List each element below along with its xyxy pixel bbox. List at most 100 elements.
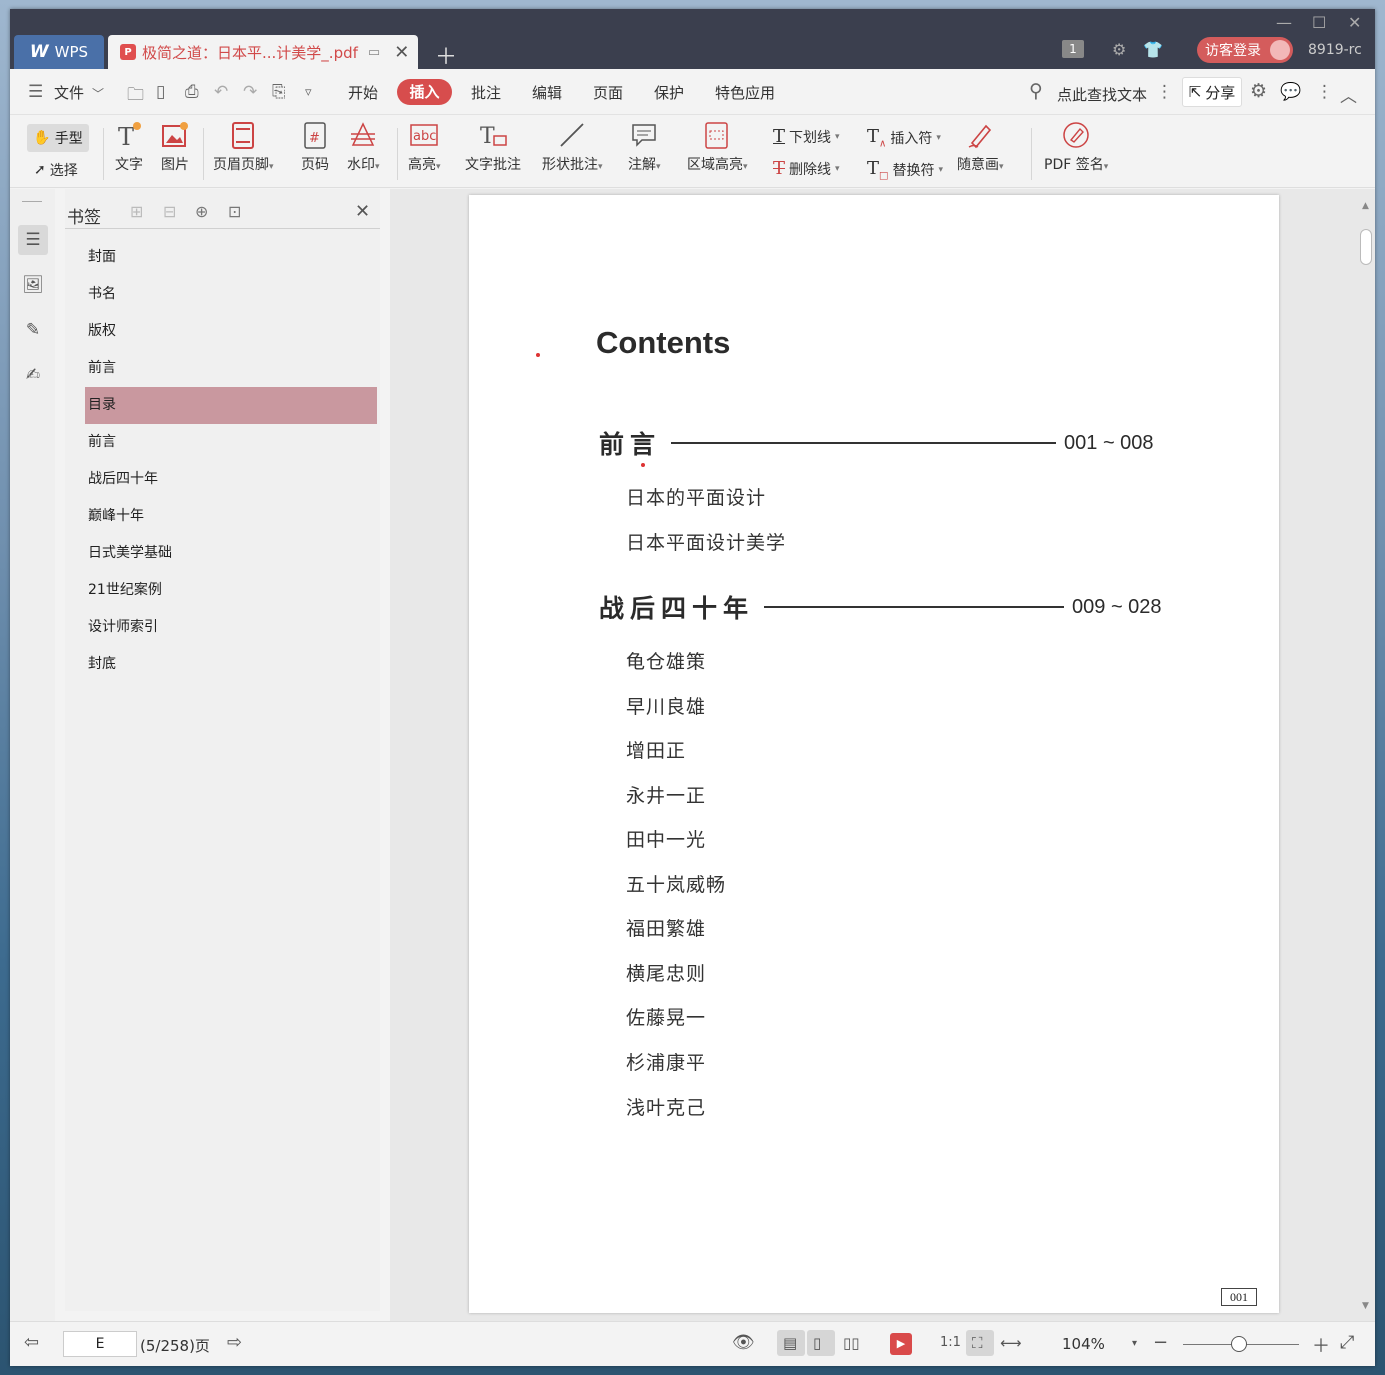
share-button[interactable]: ⇱ 分享 — [1182, 77, 1242, 107]
menu-page[interactable]: 页面 — [593, 82, 623, 103]
close-panel-icon[interactable]: ✕ — [355, 201, 370, 222]
print-icon[interactable]: ⎙ — [185, 82, 199, 102]
settings-gear-icon[interactable]: ⚙ — [1250, 80, 1267, 102]
insert-text-button[interactable]: T 文字 — [114, 120, 144, 174]
hand-tool-button[interactable]: ✋ 手型 — [27, 124, 89, 152]
underline-button[interactable]: T 下划线 ▾ — [773, 126, 840, 147]
bookmark-item[interactable]: 前言 — [85, 424, 377, 461]
chevron-down-icon[interactable]: ﹀ — [92, 85, 104, 102]
zoom-slider-knob[interactable] — [1231, 1336, 1247, 1352]
zoom-in-icon[interactable]: ＋ — [1312, 1332, 1330, 1358]
more-vertical-icon[interactable]: ⋮ — [1156, 82, 1173, 102]
redo-icon[interactable]: ↷ — [243, 82, 257, 102]
skin-icon[interactable]: ⚙ — [1112, 40, 1126, 59]
bookmark-item[interactable]: 21世纪案例 — [85, 572, 377, 609]
save-icon[interactable]: ▯ — [156, 82, 165, 102]
expand-all-icon[interactable]: ⊞ — [130, 202, 143, 221]
menu-comment[interactable]: 批注 — [471, 82, 501, 103]
page-total-label: (5/258)页 — [140, 1337, 210, 1355]
tab-wps-home[interactable]: W WPS — [14, 35, 104, 69]
watermark-button[interactable]: 水印▾ — [347, 120, 380, 174]
vertical-scrollbar-thumb[interactable] — [1360, 229, 1372, 265]
chat-icon[interactable]: 💬 — [1280, 82, 1301, 102]
scroll-down-icon[interactable]: ▼ — [1362, 1301, 1369, 1311]
new-tab-button[interactable]: ＋ — [435, 39, 457, 71]
actual-size-icon[interactable]: 1:1 — [940, 1335, 961, 1350]
prev-page-icon[interactable]: ⇦ — [24, 1332, 39, 1353]
area-highlight-button[interactable]: 区域高亮▾ — [687, 120, 748, 174]
minimize-icon[interactable]: — — [1276, 13, 1292, 32]
menu-file[interactable]: 文件 — [54, 82, 84, 103]
menu-start[interactable]: 开始 — [348, 82, 378, 103]
search-icon[interactable]: ⚲ — [1029, 80, 1043, 102]
bookmark-item[interactable]: 战后四十年 — [85, 461, 377, 498]
strikethrough-button[interactable]: T 删除线 ▾ — [773, 158, 840, 179]
bookmark-list-icon[interactable]: ☰ — [18, 225, 48, 255]
bookmark-item-selected[interactable]: 目录 — [85, 387, 377, 424]
monitor-icon[interactable]: ▭ — [368, 45, 380, 60]
signature-panel-icon[interactable]: ✍ — [18, 360, 48, 390]
zoom-level[interactable]: 104% — [1062, 1335, 1105, 1353]
collapse-all-icon[interactable]: ⊟ — [163, 202, 176, 221]
play-slideshow-icon[interactable]: ▶ — [890, 1333, 912, 1355]
login-button[interactable]: 访客登录 — [1197, 37, 1293, 63]
shape-comment-button[interactable]: 形状批注▾ — [542, 120, 603, 174]
export-icon[interactable]: ⎘ — [272, 82, 286, 102]
bookmark-item[interactable]: 书名 — [85, 276, 377, 313]
annotation-pen-icon[interactable]: ✎ — [18, 315, 48, 345]
eye-protection-icon[interactable]: 👁 — [732, 1332, 755, 1353]
thumbnail-image-icon[interactable]: 🖼 — [18, 270, 48, 300]
window-count-badge[interactable]: 1 — [1062, 40, 1084, 58]
window-close-icon[interactable]: ✕ — [1348, 13, 1361, 32]
page-number-button[interactable]: # 页码 — [300, 120, 330, 174]
quick-access-dropdown-icon[interactable]: ▿ — [305, 85, 312, 100]
highlight-button[interactable]: abc 高亮▾ — [408, 120, 441, 174]
text-comment-button[interactable]: T 文字批注 — [465, 120, 521, 174]
menu-protect[interactable]: 保护 — [654, 82, 684, 103]
zoom-out-icon[interactable]: − — [1153, 1332, 1168, 1353]
underline-label: 下划线 — [789, 129, 832, 146]
menu-edit[interactable]: 编辑 — [532, 82, 562, 103]
bookmark-item[interactable]: 巅峰十年 — [85, 498, 377, 535]
fit-width-icon[interactable]: ⟷ — [1000, 1334, 1022, 1352]
document-viewer[interactable]: Contents 前言 001 ~ 008 日本的平面设计 日本平面设计美学 战… — [390, 189, 1375, 1321]
more-options-icon[interactable]: ⋮ — [1316, 82, 1333, 102]
bookmark-options-icon[interactable]: ⊡ — [228, 202, 241, 221]
tab-document-label: 极简之道：日本平...计美学_.pdf — [142, 43, 358, 62]
next-page-icon[interactable]: ⇨ — [227, 1332, 242, 1353]
replace-mark-button[interactable]: T□ 替换符 ▾ — [867, 158, 943, 182]
note-button[interactable]: 注解▾ — [628, 120, 661, 174]
two-page-icon[interactable]: ▯▯ — [843, 1334, 860, 1352]
bookmark-item[interactable]: 日式美学基础 — [85, 535, 377, 572]
menu-special[interactable]: 特色应用 — [715, 82, 775, 103]
insert-mark-button[interactable]: T∧ 插入符 ▾ — [867, 126, 941, 150]
scroll-up-icon[interactable]: ▲ — [1362, 201, 1369, 211]
bookmark-item[interactable]: 版权 — [85, 313, 377, 350]
undo-icon[interactable]: ↶ — [214, 82, 228, 102]
menu-insert[interactable]: 插入 — [397, 79, 452, 105]
bookmark-item[interactable]: 封面 — [85, 239, 377, 276]
tab-document[interactable]: P 极简之道：日本平...计美学_.pdf ▭ ✕ — [108, 35, 418, 69]
page-number-input[interactable]: E — [63, 1331, 137, 1357]
bookmark-item[interactable]: 前言 — [85, 350, 377, 387]
bookmark-item[interactable]: 设计师索引 — [85, 609, 377, 646]
search-text-field[interactable]: 点此查找文本 — [1057, 84, 1147, 105]
pdf-sign-button[interactable]: PDF 签名▾ — [1044, 120, 1108, 174]
freehand-button[interactable]: 随意画▾ — [957, 120, 1004, 174]
open-folder-icon[interactable]: 🗀 — [127, 82, 144, 111]
fullscreen-icon[interactable]: ⤢ — [1340, 1332, 1354, 1353]
strip-handle — [22, 201, 42, 202]
collapse-ribbon-icon[interactable]: ︿ — [1340, 82, 1357, 107]
shirt-icon[interactable]: 👕 — [1143, 40, 1163, 59]
maximize-icon[interactable]: ☐ — [1312, 13, 1326, 32]
add-bookmark-icon[interactable]: ⊕ — [195, 202, 208, 221]
ribbon-divider — [1031, 128, 1032, 180]
hamburger-icon[interactable]: ☰ — [28, 82, 43, 102]
select-tool-button[interactable]: ➚ 选择 — [34, 160, 78, 180]
bookmark-item[interactable]: 封底 — [85, 646, 377, 683]
tab-close-icon[interactable]: ✕ — [394, 42, 409, 63]
toc-section-title: 战后四十年 — [599, 594, 755, 623]
insert-image-button[interactable]: 图片 — [160, 120, 190, 174]
zoom-dropdown-icon[interactable]: ▾ — [1132, 1338, 1137, 1349]
header-footer-button[interactable]: 页眉页脚▾ — [213, 120, 274, 174]
